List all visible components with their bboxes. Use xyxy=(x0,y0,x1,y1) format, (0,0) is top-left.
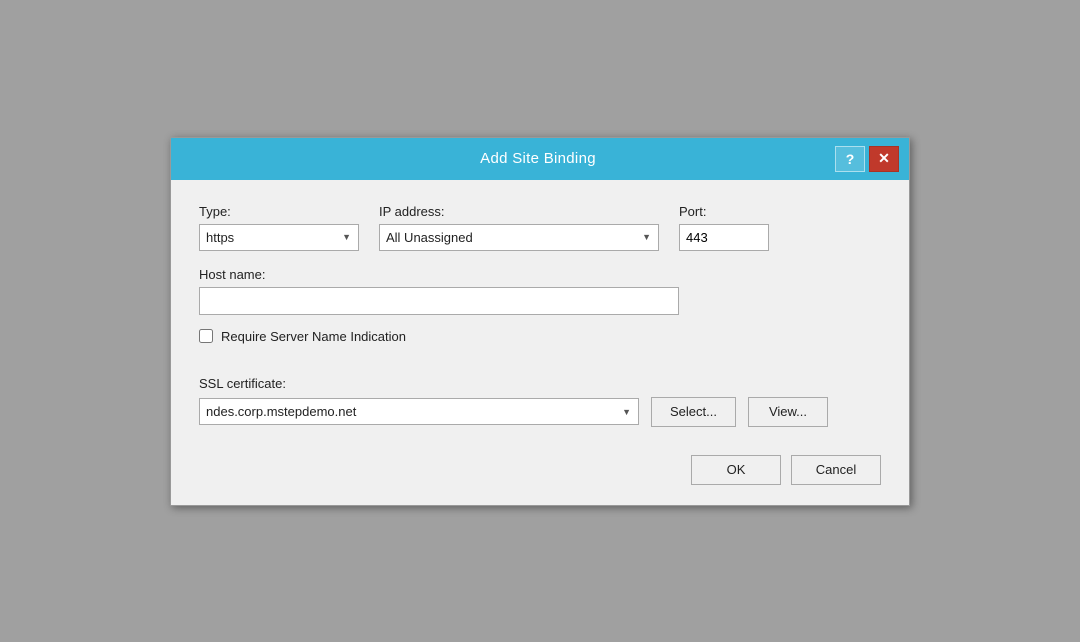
hostname-field-group: Host name: xyxy=(199,267,881,315)
bottom-row: OK Cancel xyxy=(199,451,881,485)
sni-label[interactable]: Require Server Name Indication xyxy=(221,329,406,344)
spacer xyxy=(199,368,881,376)
help-button[interactable]: ? xyxy=(835,146,865,172)
hostname-label: Host name: xyxy=(199,267,881,282)
ip-select-wrapper: All Unassigned 127.0.0.1 xyxy=(379,224,659,251)
dialog-title: Add Site Binding xyxy=(241,150,835,167)
ok-button[interactable]: OK xyxy=(691,455,781,485)
cancel-button[interactable]: Cancel xyxy=(791,455,881,485)
title-buttons: ? ✕ xyxy=(835,146,899,172)
title-bar: Add Site Binding ? ✕ xyxy=(171,138,909,180)
dialog-body: Type: https http ftp net.tcp IP address:… xyxy=(171,180,909,505)
type-select-wrapper: https http ftp net.tcp xyxy=(199,224,359,251)
close-button[interactable]: ✕ xyxy=(869,146,899,172)
sni-row: Require Server Name Indication xyxy=(199,329,881,344)
type-label: Type: xyxy=(199,204,359,219)
port-field-group: Port: xyxy=(679,204,769,251)
sni-checkbox[interactable] xyxy=(199,329,213,343)
port-label: Port: xyxy=(679,204,769,219)
view-button[interactable]: View... xyxy=(748,397,828,427)
ip-label: IP address: xyxy=(379,204,659,219)
ssl-select-wrapper: ndes.corp.mstepdemo.net xyxy=(199,398,639,425)
ssl-label: SSL certificate: xyxy=(199,376,286,391)
ip-field-group: IP address: All Unassigned 127.0.0.1 xyxy=(379,204,659,251)
type-ip-port-row: Type: https http ftp net.tcp IP address:… xyxy=(199,204,881,251)
type-field-group: Type: https http ftp net.tcp xyxy=(199,204,359,251)
ssl-row: ndes.corp.mstepdemo.net Select... View..… xyxy=(199,397,881,427)
type-select[interactable]: https http ftp net.tcp xyxy=(199,224,359,251)
select-button[interactable]: Select... xyxy=(651,397,736,427)
ssl-label-group: SSL certificate: xyxy=(199,376,881,391)
port-input[interactable] xyxy=(679,224,769,251)
add-site-binding-dialog: Add Site Binding ? ✕ Type: https http ft… xyxy=(170,137,910,506)
ssl-select[interactable]: ndes.corp.mstepdemo.net xyxy=(199,398,639,425)
ip-select[interactable]: All Unassigned 127.0.0.1 xyxy=(379,224,659,251)
hostname-input[interactable] xyxy=(199,287,679,315)
